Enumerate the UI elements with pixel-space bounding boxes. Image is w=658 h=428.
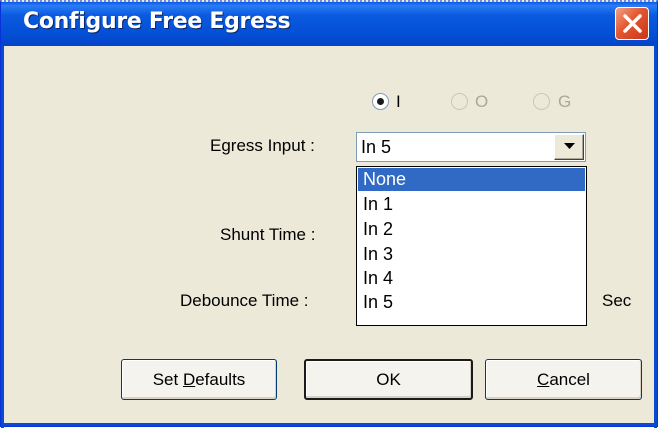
ok-button-label: OK [376,370,401,389]
radio-checked-dot [377,98,384,105]
dropdown-option-in2[interactable]: In 2 [358,218,585,241]
radio-o[interactable] [451,93,468,110]
egress-input-combobox[interactable]: In 5 [356,132,586,162]
radio-i-label: I [396,92,401,111]
dropdown-option-in3[interactable]: In 3 [358,243,585,266]
dropdown-option-in5[interactable]: In 5 [358,291,585,314]
cancel-button[interactable]: Cancel [485,359,642,400]
ok-button[interactable]: OK [304,359,473,400]
debounce-time-label: Debounce Time : [180,291,309,310]
radio-o-label: O [475,92,489,111]
sec-unit-label: Sec [602,291,632,310]
close-button[interactable] [615,7,649,40]
window-title: Configure Free Egress [23,9,291,34]
frame-right [654,46,657,428]
title-bar[interactable]: Configure Free Egress [1,2,657,46]
cancel-suffix: ancel [549,370,590,389]
dropdown-button[interactable] [554,134,584,160]
set-defaults-button[interactable]: Set Defaults [121,359,277,400]
egress-input-value: In 5 [361,137,392,157]
set-defaults-suffix: efaults [195,370,246,389]
dropdown-option-in4[interactable]: In 4 [358,267,585,290]
radio-i[interactable] [372,93,389,110]
dropdown-option-none[interactable]: None [358,168,585,191]
dropdown-option-in1[interactable]: In 1 [358,193,585,216]
chevron-down-icon [564,143,575,149]
frame-left [1,46,4,428]
set-defaults-mnemonic: D [182,370,196,389]
close-icon [623,14,642,33]
dialog-window: Configure Free Egress I O G Egress Input… [0,0,658,428]
radio-g[interactable] [533,93,550,110]
shunt-time-label: Shunt Time : [220,225,316,244]
set-defaults-prefix: Set [152,370,183,389]
cancel-mnemonic: C [537,370,550,389]
egress-input-label: Egress Input : [210,136,315,155]
frame-bottom [1,423,657,426]
egress-input-dropdown-list: None In 1 In 2 In 3 In 4 In 5 [356,166,587,326]
radio-g-label: G [558,92,572,111]
